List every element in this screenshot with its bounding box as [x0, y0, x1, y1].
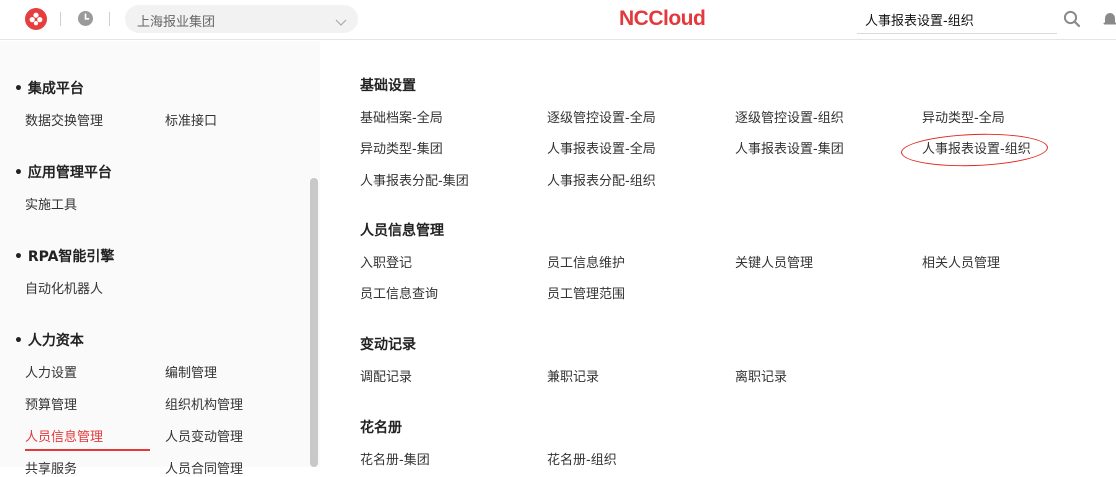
- menu-link[interactable]: 逐级管控设置-全局: [547, 107, 656, 126]
- sidebar-item[interactable]: 编制管理: [165, 362, 217, 381]
- menu-link[interactable]: 人事报表设置-全局: [547, 138, 656, 157]
- sidebar-group: • RPA智能引擎: [14, 246, 114, 266]
- menu-link[interactable]: 关键人员管理: [735, 252, 813, 271]
- section-title: 基础设置: [360, 75, 416, 95]
- sidebar-group-title: • 应用管理平台: [14, 162, 112, 182]
- sidebar-group: • 集成平台: [14, 78, 84, 98]
- sidebar-item[interactable]: 预算管理: [25, 394, 77, 413]
- search-icon[interactable]: [1063, 10, 1081, 28]
- sidebar-group-title-text: 人力资本: [28, 333, 84, 349]
- menu-link[interactable]: 相关人员管理: [922, 252, 1000, 271]
- menu-link[interactable]: 调配记录: [360, 366, 412, 385]
- menu-link[interactable]: 异动类型-集团: [360, 138, 443, 157]
- sidebar-group-title-text: 集成平台: [28, 81, 84, 97]
- search-input[interactable]: [857, 6, 1057, 34]
- sidebar-scrollbar[interactable]: [310, 178, 318, 467]
- menu-link[interactable]: 基础档案-全局: [360, 107, 443, 126]
- sidebar-item[interactable]: 人力设置: [25, 362, 77, 381]
- sidebar-group-title-text: 应用管理平台: [28, 165, 112, 181]
- sidebar-item[interactable]: 人员变动管理: [165, 426, 243, 445]
- top-bar: 上海报业集团 NCCloud: [0, 0, 1116, 40]
- menu-link[interactable]: 异动类型-全局: [922, 107, 1005, 126]
- menu-link[interactable]: 花名册-组织: [547, 449, 617, 468]
- app-logo-icon[interactable]: [25, 8, 47, 30]
- menu-link[interactable]: 花名册-集团: [360, 449, 430, 468]
- section-title: 人员信息管理: [360, 220, 444, 240]
- menu-link-highlighted[interactable]: 人事报表设置-组织: [922, 138, 1031, 157]
- active-indicator: [25, 449, 150, 451]
- sidebar-item[interactable]: 共享服务: [25, 458, 77, 477]
- section-title: 花名册: [360, 417, 402, 437]
- sidebar-item[interactable]: 人员合同管理: [165, 458, 243, 477]
- sidebar-item[interactable]: 自动化机器人: [25, 278, 103, 297]
- menu-link[interactable]: 员工信息维护: [547, 252, 625, 271]
- sidebar-group: • 人力资本: [14, 330, 84, 350]
- bell-icon[interactable]: [1101, 10, 1116, 28]
- sidebar-item[interactable]: 标准接口: [165, 110, 217, 129]
- menu-link[interactable]: 离职记录: [735, 366, 787, 385]
- org-selector-label: 上海报业集团: [137, 11, 215, 30]
- menu-link[interactable]: 人事报表设置-集团: [735, 138, 844, 157]
- menu-link[interactable]: 人事报表分配-组织: [547, 170, 656, 189]
- chevron-down-icon: [334, 13, 348, 32]
- brand-logo: NCCloud: [619, 7, 705, 31]
- section-title: 变动记录: [360, 334, 416, 354]
- menu-link[interactable]: 员工管理范围: [547, 283, 625, 302]
- sidebar-item[interactable]: 组织机构管理: [165, 394, 243, 413]
- sidebar-item-active[interactable]: 人员信息管理: [25, 426, 103, 445]
- sidebar-group-title: • 集成平台: [14, 78, 84, 98]
- sidebar-group-title: • RPA智能引擎: [14, 246, 114, 266]
- org-selector[interactable]: 上海报业集团: [125, 5, 358, 33]
- menu-link[interactable]: 兼职记录: [547, 366, 599, 385]
- sidebar-group-title: • 人力资本: [14, 330, 84, 350]
- menu-link[interactable]: 逐级管控设置-组织: [735, 107, 844, 126]
- divider: [109, 12, 110, 26]
- menu-link[interactable]: 人事报表分配-集团: [360, 170, 469, 189]
- divider: [60, 12, 61, 26]
- clock-icon[interactable]: [77, 10, 94, 27]
- sidebar-item[interactable]: 数据交换管理: [25, 110, 103, 129]
- sidebar-item[interactable]: 实施工具: [25, 194, 77, 213]
- sidebar-group-title-text: RPA智能引擎: [28, 249, 115, 265]
- sidebar-group: • 应用管理平台: [14, 162, 112, 182]
- menu-link[interactable]: 员工信息查询: [360, 283, 438, 302]
- menu-link[interactable]: 入职登记: [360, 252, 412, 271]
